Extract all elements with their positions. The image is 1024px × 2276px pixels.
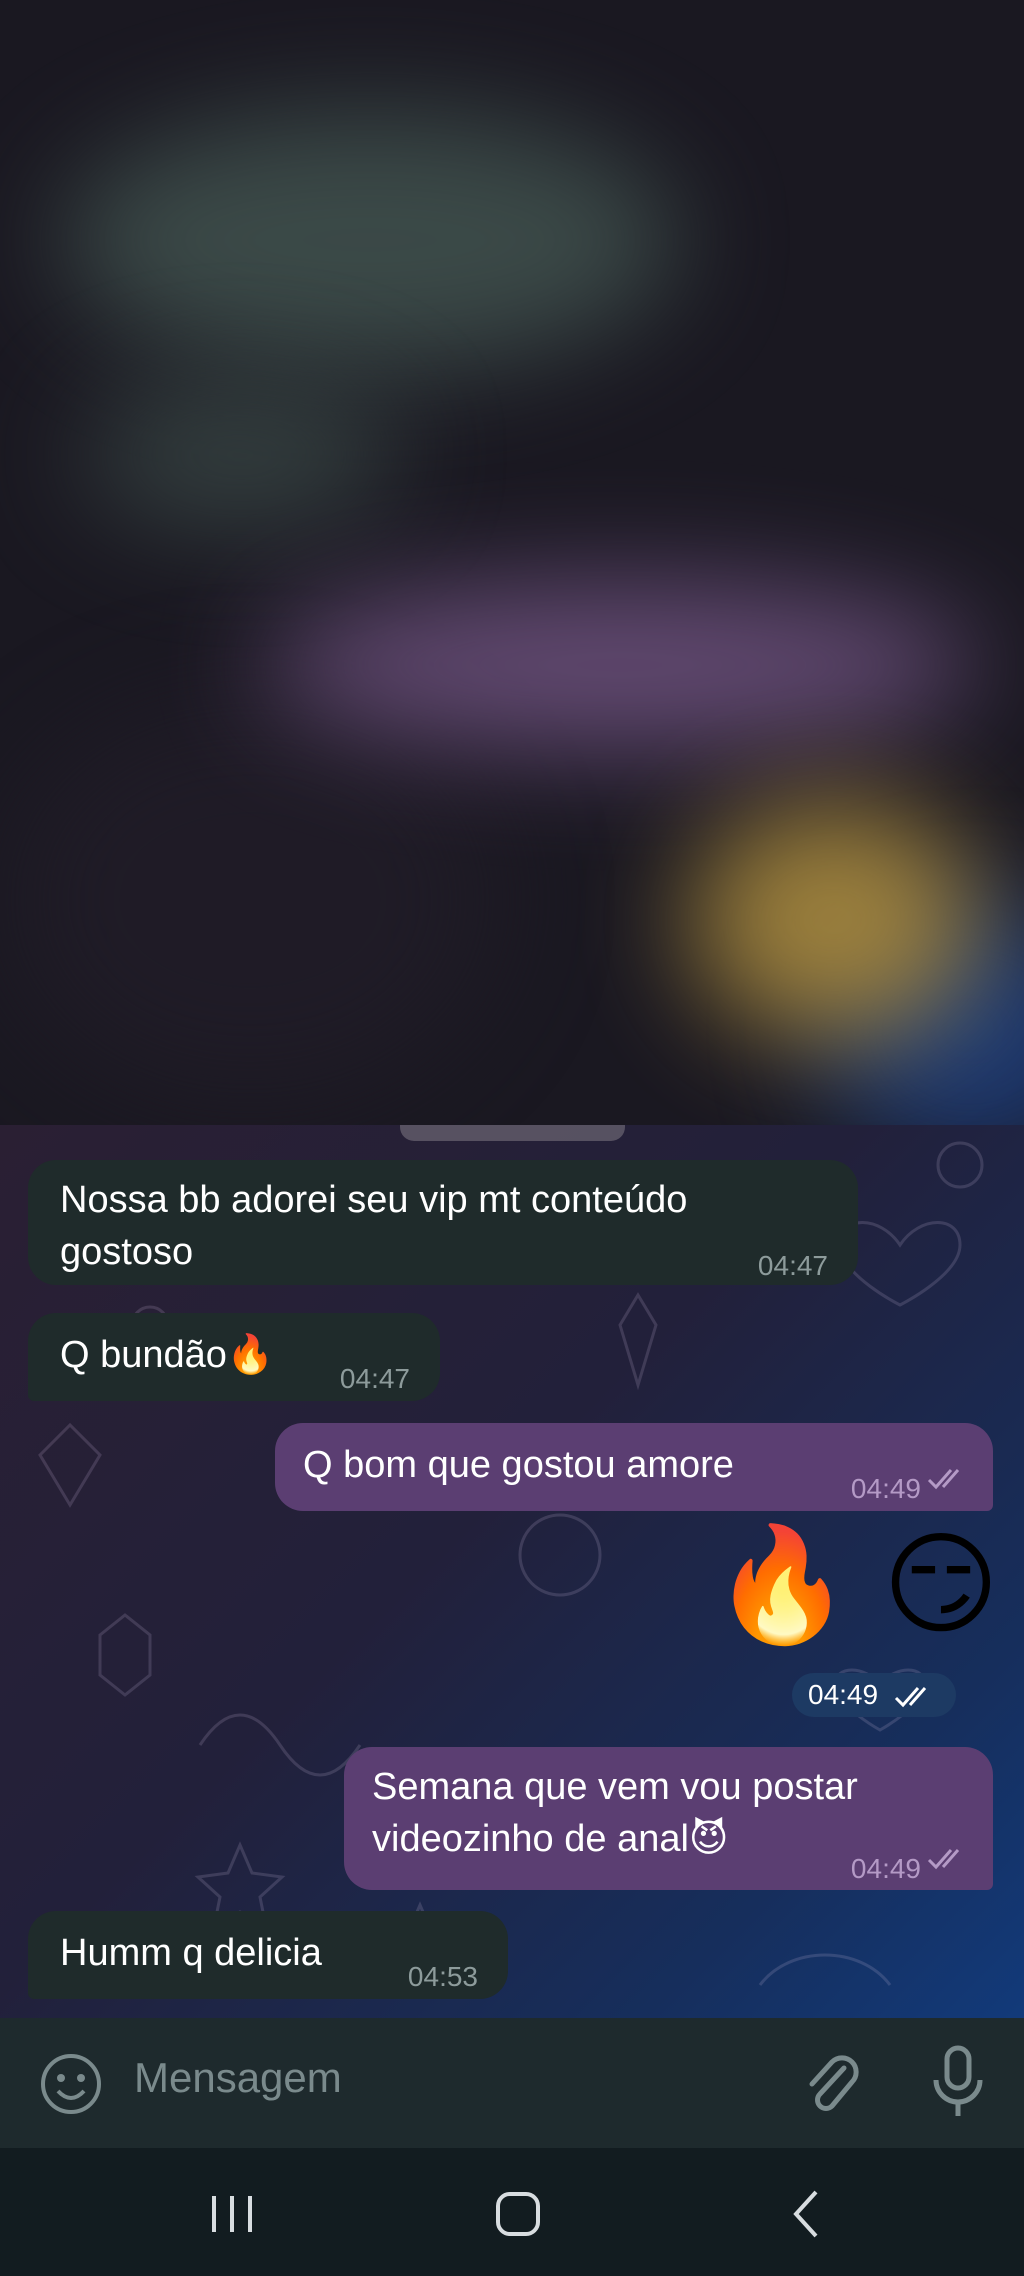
read-ticks-icon [894, 1686, 926, 1707]
message-text: Semana que vem vou postar [372, 1766, 858, 1808]
mic-icon[interactable] [928, 2044, 988, 2122]
message-bubble-outgoing[interactable]: Semana que vem vou postar videozinho de … [344, 1747, 993, 1890]
message-time: 04:49 [850, 1473, 921, 1504]
message-time: 04:49 [808, 1679, 879, 1710]
emoji-text: 🔥 😏 [712, 1522, 1000, 1647]
back-icon[interactable] [788, 2188, 824, 2240]
emoji-icon[interactable] [38, 2051, 104, 2117]
attach-icon[interactable] [800, 2048, 864, 2118]
message-bubble-incoming[interactable]: Nossa bb adorei seu vip mt conteúdo gost… [28, 1160, 858, 1285]
message-text: Q bundão🔥 [60, 1334, 275, 1376]
emoji-message-time: 04:49 [792, 1673, 956, 1717]
message-text: videozinho de anal😈 [372, 1818, 729, 1860]
message-text: Q bom que gostou amore [303, 1444, 734, 1486]
message-time: 04:47 [757, 1250, 828, 1281]
message-time: 04:49 [850, 1853, 921, 1884]
read-ticks-icon [927, 1469, 960, 1490]
message-text: Humm q delicia [60, 1932, 322, 1974]
message-bubble-outgoing[interactable]: Q bom que gostou amore 04:49 [275, 1423, 993, 1511]
message-bubble-incoming[interactable]: Humm q delicia 04:53 [28, 1911, 508, 1999]
recent-apps-icon[interactable] [208, 2192, 256, 2236]
emoji-message[interactable]: 🔥 😏 [712, 1525, 999, 1645]
message-input[interactable]: Mensagem [134, 2054, 342, 2102]
blurred-media-area [0, 0, 1024, 1125]
sheet-handle[interactable] [400, 1125, 625, 1141]
read-ticks-icon [927, 1849, 960, 1870]
home-icon[interactable] [494, 2190, 542, 2238]
message-text: gostoso [60, 1231, 194, 1273]
system-navigation-bar [0, 2148, 1024, 2276]
message-composer: Mensagem [0, 2018, 1024, 2148]
chat-area[interactable]: Nossa bb adorei seu vip mt conteúdo gost… [0, 1125, 1024, 2018]
message-text: Nossa bb adorei seu vip mt conteúdo [60, 1179, 688, 1221]
message-time: 04:53 [407, 1961, 478, 1992]
message-bubble-incoming[interactable]: Q bundão🔥 04:47 [28, 1313, 440, 1401]
message-time: 04:47 [339, 1363, 410, 1394]
